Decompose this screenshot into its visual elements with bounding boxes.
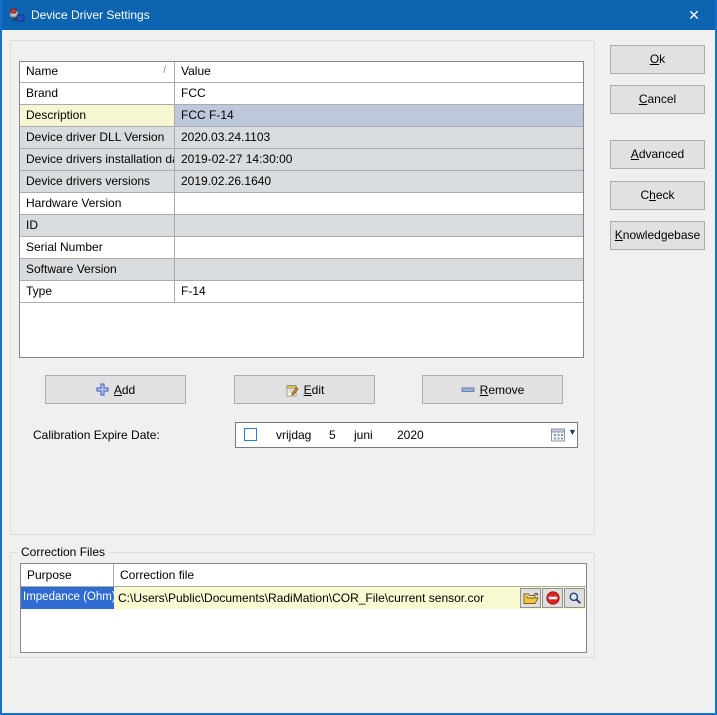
knowledgebase-button[interactable]: Knowledgebase	[610, 221, 705, 250]
row-value: FCC	[181, 86, 206, 100]
advanced-button[interactable]: Advanced	[610, 140, 705, 169]
table-row[interactable]: Hardware Version	[20, 193, 583, 215]
no-entry-icon	[545, 591, 560, 605]
correction-files-group: Correction Files Purpose Correction file…	[10, 545, 595, 658]
sort-ascending-icon: /	[163, 65, 166, 76]
column-header-purpose[interactable]: Purpose	[21, 564, 114, 586]
table-row[interactable]: Serial Number	[20, 237, 583, 259]
calibration-date-checkbox[interactable]	[244, 428, 257, 441]
row-name: Software Version	[20, 259, 175, 280]
column-header-correction-file[interactable]: Correction file	[114, 564, 586, 586]
table-row[interactable]: Device drivers installation date 2019-02…	[20, 149, 583, 171]
remove-button[interactable]: Remove	[422, 375, 563, 404]
row-value: F-14	[181, 284, 206, 298]
correction-files-table: Purpose Correction file Impedance (Ohm) …	[20, 563, 587, 653]
table-row[interactable]: Device drivers versions 2019.02.26.1640	[20, 171, 583, 193]
row-value: 2019.02.26.1640	[175, 171, 583, 192]
edit-notepad-icon	[286, 384, 299, 396]
device-driver-icon	[9, 8, 25, 22]
row-value	[175, 259, 583, 280]
ok-button[interactable]: Ok	[610, 45, 705, 74]
device-driver-settings-dialog: Device Driver Settings ✕ Name / Value Br…	[0, 0, 717, 715]
properties-table-header: Name / Value	[20, 62, 583, 83]
table-row[interactable]: ID	[20, 215, 583, 237]
table-row[interactable]: Type F-14	[20, 281, 583, 303]
properties-table: Name / Value Brand FCC Description FCC F…	[19, 61, 584, 358]
row-value: FCC F-14	[175, 105, 583, 126]
correction-row-buttons	[520, 587, 585, 609]
row-name: Serial Number	[20, 237, 175, 258]
row-name: Description	[20, 105, 175, 126]
column-header-value-label: Value	[181, 64, 211, 78]
row-value	[175, 193, 583, 214]
correction-files-header: Purpose Correction file	[21, 564, 586, 587]
row-name: Device drivers installation date	[20, 149, 175, 170]
row-name: ID	[20, 215, 175, 236]
calibration-date-picker[interactable]: vrijdag 5 juni 2020 ▼	[235, 422, 578, 448]
magnifier-icon	[569, 592, 581, 604]
clear-file-button[interactable]	[542, 588, 563, 608]
browse-file-button[interactable]	[520, 588, 541, 608]
table-row-selected[interactable]: Description FCC F-14	[20, 105, 583, 127]
row-name: Device driver DLL Version	[20, 127, 175, 148]
date-segment-day[interactable]: 5	[329, 428, 336, 442]
column-header-name-label: Name	[26, 64, 59, 78]
date-segment-year[interactable]: 2020	[397, 428, 424, 442]
row-name: Hardware Version	[20, 193, 175, 214]
minus-icon	[461, 387, 475, 392]
cancel-button[interactable]: Cancel	[610, 85, 705, 114]
row-name: Device drivers versions	[20, 171, 175, 192]
column-header-value[interactable]: Value	[175, 62, 583, 82]
window-title: Device Driver Settings	[31, 8, 150, 22]
edit-button-label: Edit	[303, 382, 325, 397]
titlebar[interactable]: Device Driver Settings ✕	[2, 0, 715, 30]
correction-files-group-label: Correction Files	[17, 545, 110, 559]
calendar-icon[interactable]	[551, 428, 566, 442]
table-row[interactable]: Device driver DLL Version 2020.03.24.110…	[20, 127, 583, 149]
table-row[interactable]: Brand FCC	[20, 83, 583, 105]
column-header-name[interactable]: Name /	[20, 62, 175, 82]
row-name: Type	[20, 281, 175, 302]
settings-panel: Name / Value Brand FCC Description FCC F…	[10, 40, 595, 535]
row-value	[175, 237, 583, 258]
row-value: 2020.03.24.1103	[175, 127, 583, 148]
row-value	[175, 215, 583, 236]
table-row[interactable]: Software Version	[20, 259, 583, 281]
date-segment-month[interactable]: juni	[354, 428, 373, 442]
plus-icon	[96, 383, 109, 396]
add-button[interactable]: Add	[45, 375, 186, 404]
calendar-dropdown-arrow-icon[interactable]: ▼	[568, 427, 577, 437]
calibration-expire-date-label: Calibration Expire Date:	[33, 428, 160, 442]
view-file-button[interactable]	[564, 588, 585, 608]
row-name: Brand	[20, 83, 175, 104]
check-button[interactable]: Check	[610, 181, 705, 210]
remove-button-label: Remove	[479, 382, 525, 397]
date-segment-dayname[interactable]: vrijdag	[276, 428, 311, 442]
correction-file-path-cell[interactable]: C:\Users\Public\Documents\RadiMation\COR…	[114, 587, 586, 609]
correction-purpose-cell[interactable]: Impedance (Ohm)	[21, 587, 114, 609]
close-button[interactable]: ✕	[671, 0, 715, 30]
add-button-label: Add	[113, 382, 136, 397]
open-folder-icon	[523, 592, 539, 604]
correction-file-row[interactable]: Impedance (Ohm) C:\Users\Public\Document…	[21, 587, 586, 609]
row-value: 2019-02-27 14:30:00	[175, 149, 583, 170]
edit-button[interactable]: Edit	[234, 375, 375, 404]
correction-file-path: C:\Users\Public\Documents\RadiMation\COR…	[118, 591, 485, 605]
